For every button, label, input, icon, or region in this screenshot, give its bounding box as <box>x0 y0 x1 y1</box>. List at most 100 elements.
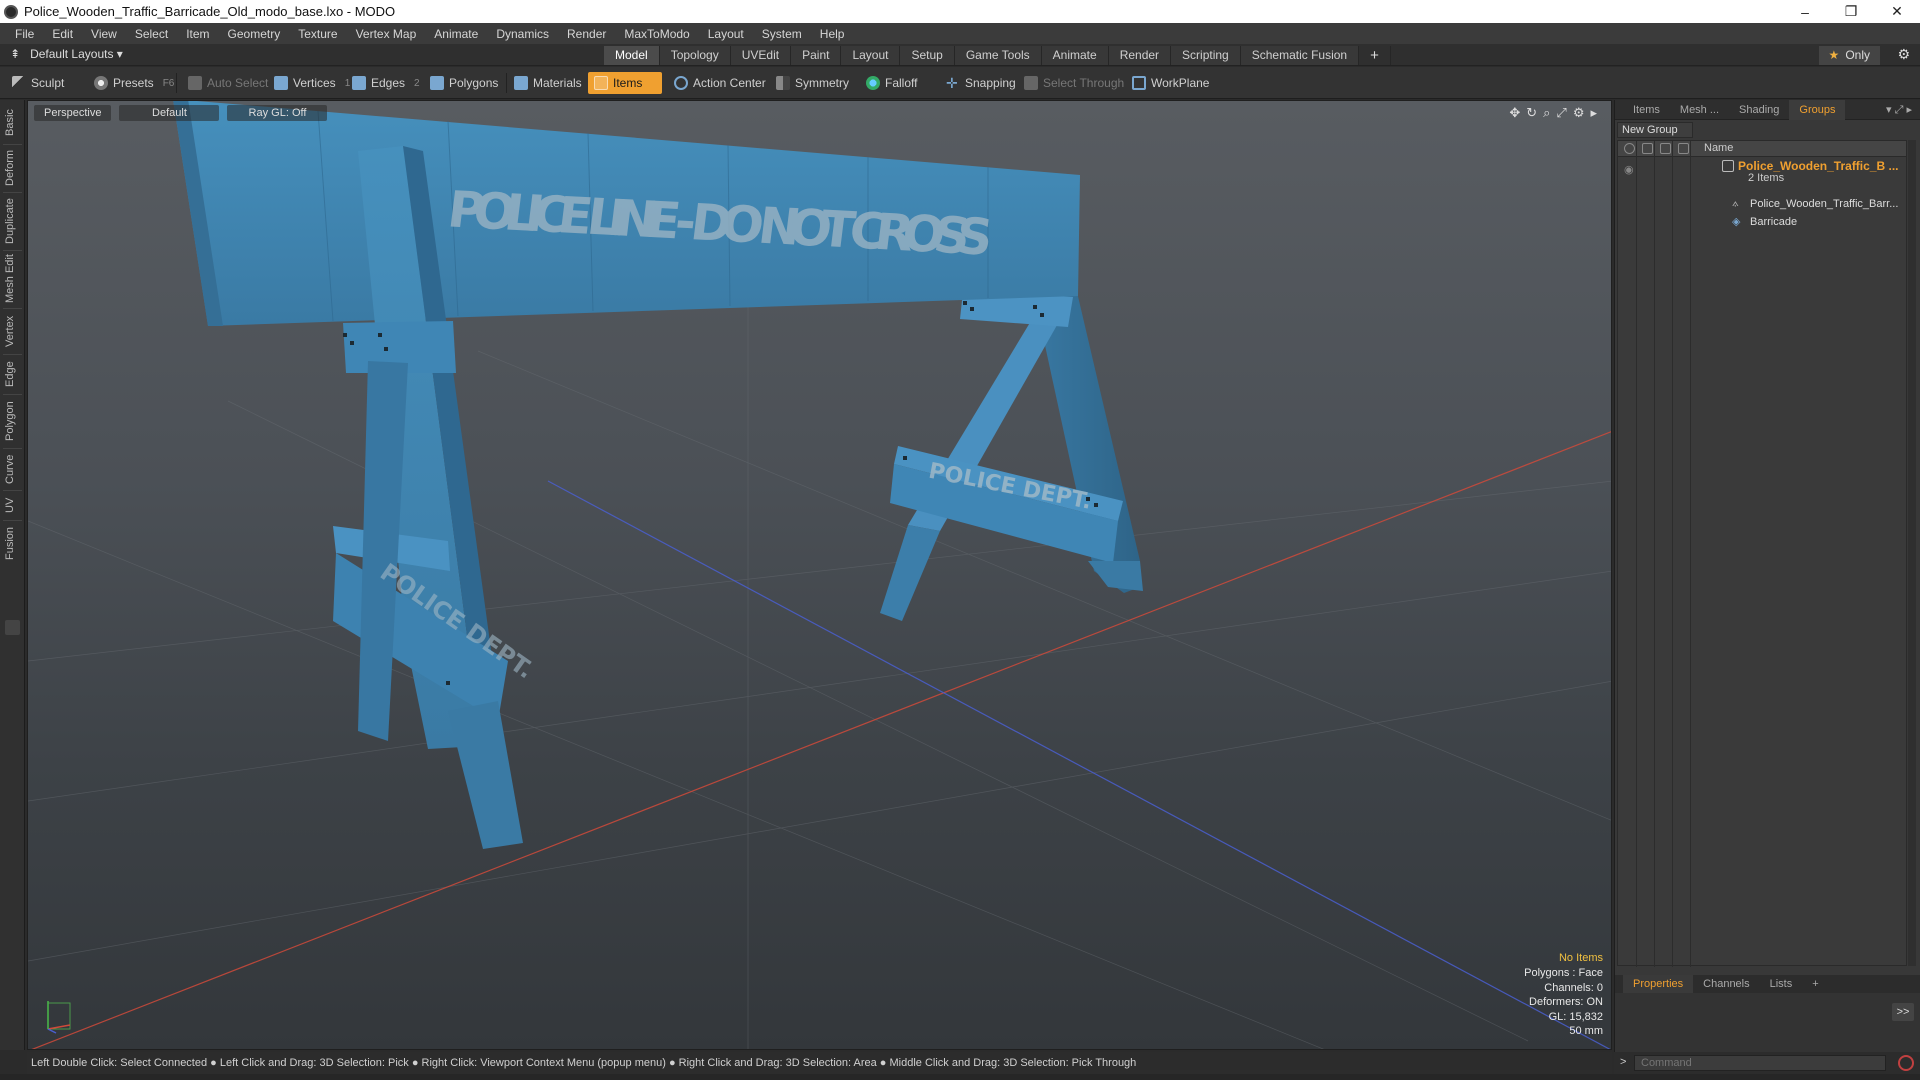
sculpt-brush-icon <box>12 76 26 90</box>
vtab-fusion[interactable]: Fusion <box>4 524 21 562</box>
group-item-count: 2 Items <box>1748 172 1785 184</box>
menu-layout[interactable]: Layout <box>699 27 753 41</box>
restore-button[interactable]: ❐ <box>1828 0 1874 23</box>
minimize-button[interactable]: – <box>1782 0 1828 23</box>
tab-properties[interactable]: Properties <box>1623 975 1694 993</box>
tree-row-barricade[interactable]: ◈ Barricade <box>1618 215 1908 231</box>
only-toggle[interactable]: ★ Only <box>1818 46 1880 65</box>
menu-system[interactable]: System <box>753 27 811 41</box>
viewport-nav-icons: ✥ ↻ ⌕ ⤢ ⚙ ▸ <box>1509 105 1597 121</box>
symmetry-button[interactable]: Symmetry <box>770 72 855 94</box>
strip-toggle-button[interactable] <box>5 620 20 635</box>
vtab-edge[interactable]: Edge <box>4 358 21 390</box>
render-icon <box>1642 143 1653 154</box>
tab-layout[interactable]: Layout <box>841 46 901 65</box>
menu-view[interactable]: View <box>82 27 126 41</box>
new-group-button[interactable]: New Group <box>1617 122 1693 138</box>
record-macro-icon[interactable] <box>1898 1055 1914 1071</box>
tab-render[interactable]: Render <box>1108 46 1172 65</box>
menu-help[interactable]: Help <box>811 27 854 41</box>
menu-vertex-map[interactable]: Vertex Map <box>347 27 426 41</box>
close-button[interactable]: ✕ <box>1874 0 1920 23</box>
vtab-duplicate[interactable]: Duplicate <box>4 196 21 246</box>
vtab-vertex[interactable]: Vertex <box>4 312 21 350</box>
tab-channels[interactable]: Channels <box>1693 975 1759 993</box>
gear-icon[interactable]: ⚙ <box>1897 46 1910 63</box>
presets-label: Presets <box>113 76 154 90</box>
menu-edit[interactable]: Edit <box>43 27 82 41</box>
tree-row-mesh[interactable]: ⟑ Police_Wooden_Traffic_Barr... <box>1618 197 1908 213</box>
tab-paint[interactable]: Paint <box>791 46 842 65</box>
menu-geometry[interactable]: Geometry <box>219 27 290 41</box>
auto-select-button[interactable]: Auto Select <box>182 72 274 94</box>
window-controls: – ❐ ✕ <box>1782 0 1920 23</box>
tree-row-group[interactable]: ◉ Police_Wooden_Traffic_B ... 2 Items <box>1618 159 1908 185</box>
action-center-button[interactable]: Action Center <box>668 72 772 94</box>
strip-divider <box>3 308 22 309</box>
tab-items[interactable]: Items <box>1623 100 1670 120</box>
tab-topology[interactable]: Topology <box>659 46 731 65</box>
viewport-menu-icon[interactable]: ▸ <box>1590 105 1597 121</box>
falloff-button[interactable]: Falloff <box>860 72 923 94</box>
tab-schematic-fusion[interactable]: Schematic Fusion <box>1240 46 1360 65</box>
sculpt-button[interactable]: Sculpt <box>6 72 70 94</box>
polygons-button[interactable]: Polygons <box>424 72 504 94</box>
pan-icon[interactable]: ✥ <box>1509 105 1520 121</box>
strip-divider <box>3 250 22 251</box>
menu-texture[interactable]: Texture <box>289 27 346 41</box>
edges-count: 2 <box>414 77 420 89</box>
3d-viewport[interactable]: POLICE LINE - DO NOT CROSS POLICE DEPT. … <box>27 100 1612 1050</box>
tab-groups[interactable]: Groups <box>1789 99 1846 120</box>
raygl-button[interactable]: Ray GL: Off <box>227 105 328 121</box>
menu-animate[interactable]: Animate <box>425 27 487 41</box>
menu-file[interactable]: File <box>6 27 43 41</box>
vtab-basic[interactable]: Basic <box>4 106 21 140</box>
tab-shading[interactable]: Shading <box>1729 100 1789 120</box>
edges-button[interactable]: Edges 2 <box>346 72 426 94</box>
viewport-settings-icon[interactable]: ⚙ <box>1573 105 1585 121</box>
materials-button[interactable]: Materials <box>508 72 588 94</box>
group-visibility-icon[interactable]: ◉ <box>1624 163 1634 176</box>
tab-setup[interactable]: Setup <box>900 46 955 65</box>
vertices-button[interactable]: Vertices 1 <box>268 72 356 94</box>
stat-gl: GL: 15,832 <box>1548 1010 1603 1023</box>
menu-maxtomodo[interactable]: MaxToModo <box>615 27 698 41</box>
zoom-icon[interactable]: ⌕ <box>1543 105 1550 121</box>
column-divider <box>1654 141 1655 967</box>
select-through-button[interactable]: Select Through <box>1018 72 1130 94</box>
vtab-polygon[interactable]: Polygon <box>4 398 21 444</box>
menu-select[interactable]: Select <box>126 27 177 41</box>
presets-button[interactable]: Presets F6 <box>88 72 180 94</box>
tab-uvedit[interactable]: UVEdit <box>730 46 792 65</box>
expand-panel-button[interactable]: >> <box>1892 1003 1914 1021</box>
auto-select-label: Auto Select <box>207 76 269 90</box>
command-input[interactable] <box>1634 1055 1886 1071</box>
visibility-eye-icon <box>1624 143 1635 154</box>
shading-default-button[interactable]: Default <box>119 105 220 121</box>
tree-scrollbar[interactable] <box>1908 140 1916 966</box>
add-tab-button[interactable]: + <box>1802 975 1828 993</box>
vtab-uv[interactable]: UV <box>4 494 21 516</box>
menu-dynamics[interactable]: Dynamics <box>487 27 558 41</box>
fit-icon[interactable]: ⤢ <box>1556 105 1566 121</box>
vtab-mesh-edit[interactable]: Mesh Edit <box>4 254 21 304</box>
tab-scripting[interactable]: Scripting <box>1171 46 1241 65</box>
tab-mesh[interactable]: Mesh ... <box>1670 100 1729 120</box>
vtab-curve[interactable]: Curve <box>4 452 21 486</box>
vtab-deform[interactable]: Deform <box>4 148 21 188</box>
view-perspective-button[interactable]: Perspective <box>34 105 112 121</box>
locator-item-icon: ◈ <box>1732 216 1741 228</box>
layouts-dropdown[interactable]: ⇞ Default Layouts ▾ <box>10 47 123 61</box>
items-button[interactable]: Items <box>588 72 662 94</box>
tab-model[interactable]: Model <box>604 46 660 65</box>
menu-item[interactable]: Item <box>177 27 218 41</box>
add-tab-button[interactable]: + <box>1359 46 1391 65</box>
tab-lists[interactable]: Lists <box>1760 975 1803 993</box>
menu-render[interactable]: Render <box>558 27 615 41</box>
tab-animate[interactable]: Animate <box>1041 46 1109 65</box>
rotate-icon[interactable]: ↻ <box>1526 105 1537 121</box>
tab-game-tools[interactable]: Game Tools <box>954 46 1042 65</box>
panel-expand-icon[interactable]: ▾ ⤢ ▸ <box>1886 103 1920 117</box>
snapping-button[interactable]: ✛ Snapping <box>940 72 1022 94</box>
workplane-button[interactable]: WorkPlane <box>1126 72 1215 94</box>
